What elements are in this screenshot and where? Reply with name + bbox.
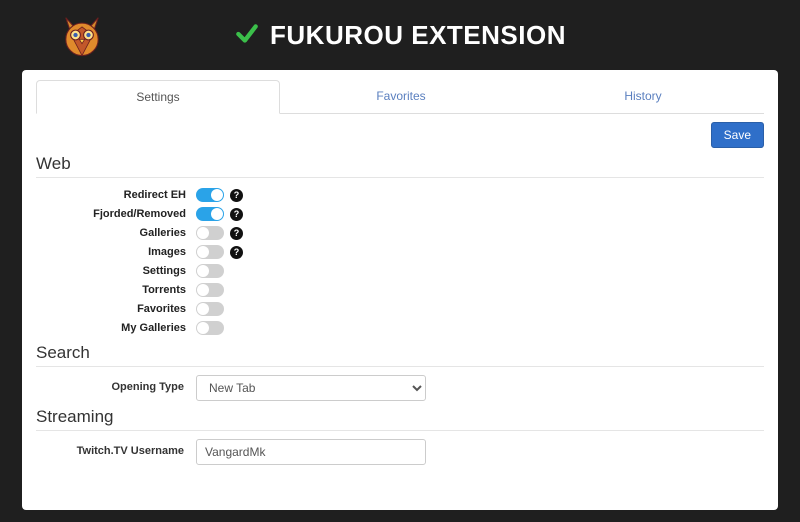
divider (36, 366, 764, 367)
web-setting-row: Settings (36, 262, 764, 280)
toolbar: Save (36, 122, 764, 148)
tab-bar: Settings Favorites History (36, 80, 764, 114)
web-setting-row: Favorites (36, 300, 764, 318)
web-setting-row: My Galleries (36, 319, 764, 337)
twitch-username-label: Twitch.TV Username (36, 445, 196, 458)
help-icon[interactable]: ? (230, 189, 243, 202)
web-setting-toggle[interactable] (196, 226, 224, 240)
web-setting-label: Settings (36, 265, 196, 277)
web-setting-toggle[interactable] (196, 321, 224, 335)
twitch-row: Twitch.TV Username (36, 439, 764, 465)
web-setting-label: Images (36, 246, 196, 258)
tab-favorites[interactable]: Favorites (280, 80, 522, 113)
tab-history[interactable]: History (522, 80, 764, 113)
opening-type-label: Opening Type (36, 381, 196, 394)
web-setting-row: Fjorded/Removed? (36, 205, 764, 223)
web-setting-toggle[interactable] (196, 188, 224, 202)
section-title-web: Web (36, 154, 764, 174)
section-title-search: Search (36, 343, 764, 363)
main-panel: Settings Favorites History Save Web Redi… (22, 70, 778, 510)
web-setting-toggle[interactable] (196, 302, 224, 316)
web-setting-label: Galleries (36, 227, 196, 239)
save-button[interactable]: Save (711, 122, 764, 148)
twitch-username-input[interactable] (196, 439, 426, 465)
web-setting-toggle[interactable] (196, 245, 224, 259)
web-setting-label: Torrents (36, 284, 196, 296)
help-icon[interactable]: ? (230, 246, 243, 259)
owl-logo (55, 8, 109, 65)
app-header: FUKUROU EXTENSION (0, 0, 800, 70)
web-setting-label: Fjorded/Removed (36, 208, 196, 220)
web-setting-row: Galleries? (36, 224, 764, 242)
web-setting-row: Torrents (36, 281, 764, 299)
web-setting-toggle[interactable] (196, 283, 224, 297)
opening-type-select[interactable]: New Tab (196, 375, 426, 401)
help-icon[interactable]: ? (230, 208, 243, 221)
divider (36, 430, 764, 431)
divider (36, 177, 764, 178)
web-setting-label: My Galleries (36, 322, 196, 334)
web-setting-row: Images? (36, 243, 764, 261)
checkmark-icon (234, 21, 260, 50)
opening-type-row: Opening Type New Tab (36, 375, 764, 401)
web-setting-row: Redirect EH? (36, 186, 764, 204)
help-icon[interactable]: ? (230, 227, 243, 240)
web-setting-label: Favorites (36, 303, 196, 315)
section-title-streaming: Streaming (36, 407, 764, 427)
web-setting-toggle[interactable] (196, 207, 224, 221)
web-setting-label: Redirect EH (36, 189, 196, 201)
web-setting-toggle[interactable] (196, 264, 224, 278)
app-title: FUKUROU EXTENSION (270, 20, 566, 51)
tab-settings[interactable]: Settings (36, 80, 280, 114)
